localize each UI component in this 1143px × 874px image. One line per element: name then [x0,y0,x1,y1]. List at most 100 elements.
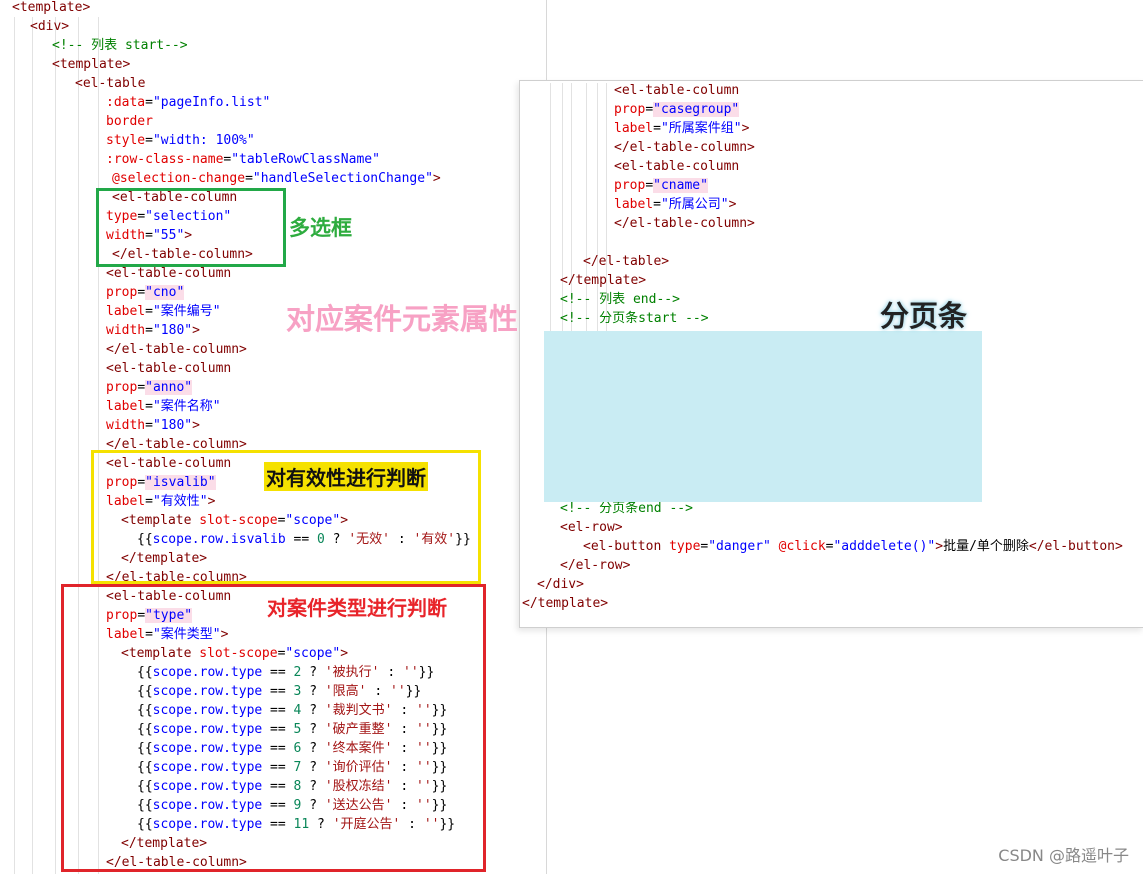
indent-guide [55,17,56,874]
code-token: prop [106,285,138,300]
code-token: width [106,418,146,433]
code-token: "所属公司" [660,197,729,212]
checkbox-annotation-box [96,188,286,267]
code-token: = [145,323,153,338]
code-token: "tableRowClassName" [231,152,380,167]
code-token: "180" [152,323,193,338]
watermark: CSDN @路遥叶子 [998,846,1129,865]
code-token: "casegroup" [653,102,740,117]
code-token: <el-table-column [614,83,740,98]
code-line: <el-table-column [614,157,739,176]
code-token: <el-table [75,76,146,91]
code-line: <el-table [75,74,145,93]
code-token: :data [106,95,146,110]
code-line: width="180"> [106,416,200,435]
checkbox-callout: 多选框 [289,216,352,240]
code-token: "anno" [145,380,193,395]
code-line: prop="anno" [106,378,193,397]
code-token: <el-button [583,539,670,554]
code-line: <el-table-column [106,359,231,378]
code-line: width="180"> [106,321,200,340]
code-token: = [653,197,661,212]
code-token: label [106,304,146,319]
indent-guide [550,83,551,361]
code-token: <template> [12,0,91,15]
code-token: "pageInfo.list" [152,95,271,110]
validity-callout: 对有效性进行判断 [264,462,428,491]
code-token: "danger" [708,539,771,554]
code-token: <template> [52,57,131,72]
code-token: = [653,121,661,136]
code-token: > [192,418,200,433]
code-line: </el-row> [560,556,630,575]
code-token: type [669,539,701,554]
code-line: prop="casegroup" [614,100,740,119]
code-line: <el-button type="danger" @click="adddele… [583,537,1123,556]
code-token: = [145,399,153,414]
code-token: </el-table> [583,254,670,269]
code-token: "width: 100%" [152,133,255,148]
code-token: "handleSelectionChange" [252,171,433,186]
code-token: <el-table-column [106,361,232,376]
code-line: <!-- 分页条start --> [560,309,709,328]
code-token: > [741,121,750,136]
code-token: <div> [30,19,70,34]
code-line: border [106,112,153,131]
code-token: :row-class-name [106,152,224,167]
code-token: label [106,399,146,414]
code-token: "所属案件组" [660,121,742,136]
code-token: </div> [537,577,584,592]
code-line: label="案件名称" [106,397,221,416]
code-token: @click [770,539,826,554]
code-token: </el-row> [560,558,631,573]
code-token: label [614,197,654,212]
code-token: "cname" [653,178,708,193]
code-token: style [106,133,146,148]
code-line: </template> [560,271,646,290]
code-token: = [137,380,146,395]
code-token: "cno" [145,285,185,300]
code-line: </el-table-column> [614,214,755,233]
code-line: :row-class-name="tableRowClassName" [106,150,380,169]
indent-guide [14,17,15,874]
code-token: = [645,102,654,117]
code-token: </el-button> [1028,539,1123,554]
pagination-highlight [544,331,982,502]
case-type-annotation-box [61,584,486,872]
code-token: @selection-change [112,171,246,186]
code-line: <!-- 列表 start--> [52,36,188,55]
code-token: = [145,133,153,148]
code-token: "案件编号" [152,304,221,319]
code-token: </el-table-column> [106,342,247,357]
code-token: = [145,95,153,110]
code-token: </el-table-column> [614,140,755,155]
code-line: style="width: 100%" [106,131,255,150]
code-line: label="案件编号" [106,302,221,321]
code-token: </template> [560,273,647,288]
code-line: </div> [537,575,584,594]
code-token: prop [614,102,646,117]
code-token: > [728,197,737,212]
code-token: = [145,304,153,319]
code-token: label [614,121,654,136]
code-line: </el-table> [583,252,669,271]
code-token: 批量/单个删除 [943,539,1029,554]
code-token: "180" [152,418,193,433]
code-token: = [137,285,146,300]
code-token: > [432,171,441,186]
code-token: border [106,114,153,129]
code-token: > [935,539,944,554]
code-line: <el-table-column [614,81,739,100]
code-token: <!-- 列表 end--> [560,292,680,307]
code-line: label="所属公司"> [614,195,736,214]
code-line: </template> [522,594,608,613]
code-token: <el-table-column [614,159,740,174]
code-token: = [645,178,654,193]
code-token: prop [106,380,138,395]
code-line: :data="pageInfo.list" [106,93,270,112]
pagination-callout: 分页条 [880,299,968,333]
code-token: "adddelete()" [833,539,936,554]
code-token: prop [614,178,646,193]
code-token: <el-row> [560,520,623,535]
code-line: label="所属案件组"> [614,119,749,138]
